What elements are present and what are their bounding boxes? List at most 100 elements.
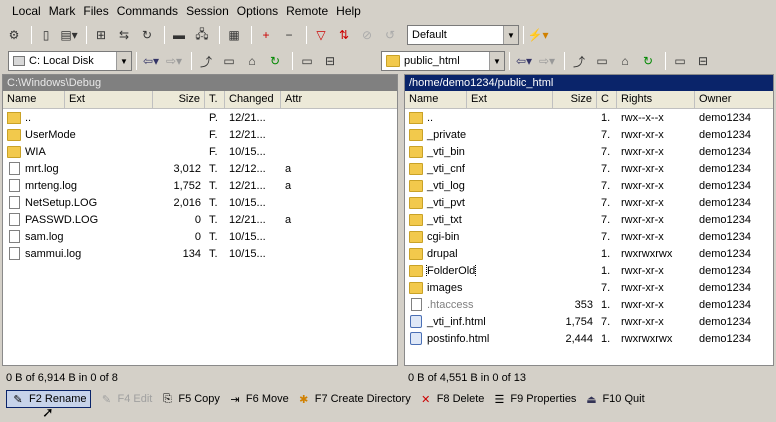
home-icon[interactable]: ⌂ — [615, 51, 635, 71]
table-row[interactable]: FolderOld 1. rwxr-xr-x demo1234 — [405, 262, 773, 279]
terminal-icon[interactable]: ▯ — [36, 25, 56, 45]
col-rights[interactable]: Rights — [617, 91, 695, 108]
col-name[interactable]: Name — [405, 91, 467, 108]
table-row[interactable]: drupal 1. rwxrwxrwx demo1234 — [405, 245, 773, 262]
file-name: postinfo.html — [405, 332, 553, 345]
file-owner: demo1234 — [699, 298, 751, 311]
col-changed[interactable]: Changed — [225, 91, 281, 108]
col-attr[interactable]: Attr — [281, 91, 397, 108]
table-row[interactable]: .. 1. rwx--x--x demo1234 — [405, 109, 773, 126]
col-size[interactable]: Size — [553, 91, 597, 108]
table-row[interactable]: _vti_bin 7. rwxr-xr-x demo1234 — [405, 143, 773, 160]
refresh-icon[interactable]: ↻ — [137, 25, 157, 45]
table-row[interactable]: sammui.log 134 T. 10/15... — [3, 245, 397, 262]
chevron-down-icon[interactable]: ▼ — [503, 26, 518, 44]
preferences-gear-icon[interactable]: ⚙ — [4, 25, 24, 45]
queue-icon[interactable]: ▦ — [224, 25, 244, 45]
fkey-label: F10 Quit — [602, 393, 645, 405]
menu-options[interactable]: Options — [233, 4, 282, 18]
clipboard-icon[interactable]: ▤▾ — [59, 25, 79, 45]
col-ext[interactable]: Ext — [65, 91, 153, 108]
putty-icon[interactable]: 🖧 — [192, 25, 212, 45]
fkey-edit-button: ✎ F4 Edit — [99, 392, 152, 406]
fkey-create-directory-button[interactable]: ✱ F7 Create Directory — [297, 392, 411, 406]
move-icon: ⇥ — [230, 393, 240, 406]
refresh-icon[interactable]: ↻ — [265, 51, 285, 71]
new-session-icon[interactable]: ⚡▾ — [528, 25, 549, 45]
table-row[interactable]: postinfo.html 2,444 1. rwxrwxrwx demo1234 — [405, 330, 773, 347]
fkey-delete-button[interactable]: ✕ F8 Delete — [419, 392, 484, 406]
fkey-properties-button[interactable]: ☰ F9 Properties — [492, 392, 576, 406]
menu-remote[interactable]: Remote — [282, 4, 332, 18]
col-owner[interactable]: Owner — [695, 91, 773, 108]
select-plus-icon[interactable]: + — [256, 25, 276, 45]
table-row[interactable]: UserMode F. 12/21... — [3, 126, 397, 143]
table-row[interactable]: images 7. rwxr-xr-x demo1234 — [405, 279, 773, 296]
file-rights: rwxr-xr-x — [621, 162, 664, 175]
table-row[interactable]: _vti_txt 7. rwxr-xr-x demo1234 — [405, 211, 773, 228]
fkey-copy-button[interactable]: ⎘ F5 Copy — [160, 392, 220, 406]
root-dir-icon[interactable]: ▭ — [592, 51, 612, 71]
open-folder-icon[interactable]: ▭ — [297, 51, 317, 71]
menu-files[interactable]: Files — [79, 4, 112, 18]
menu-help[interactable]: Help — [332, 4, 365, 18]
toolbar-separator — [665, 52, 666, 70]
col-ext[interactable]: Ext — [467, 91, 553, 108]
tree-icon[interactable]: ⊟ — [693, 51, 713, 71]
fkey-move-button[interactable]: ⇥ F6 Move — [228, 392, 288, 406]
table-row[interactable]: _vti_inf.html 1,754 7. rwxr-xr-x demo1234 — [405, 313, 773, 330]
open-folder-icon[interactable]: ▭ — [670, 51, 690, 71]
table-row[interactable]: .. P. 12/21... — [3, 109, 397, 126]
file-changed: 12/12... — [229, 162, 266, 175]
table-row[interactable]: _vti_cnf 7. rwxr-xr-x demo1234 — [405, 160, 773, 177]
local-path[interactable]: C:\Windows\Debug — [3, 75, 397, 91]
table-row[interactable]: sam.log 0 T. 10/15... — [3, 228, 397, 245]
file-rights: rwxr-xr-x — [621, 213, 664, 226]
console-icon[interactable]: ▬ — [169, 25, 189, 45]
session-combo[interactable]: Default ▼ — [407, 25, 519, 45]
remote-path[interactable]: /home/demo1234/public_html — [405, 75, 773, 91]
back-icon[interactable]: ⇦▾ — [514, 51, 534, 71]
menu-session[interactable]: Session — [182, 4, 233, 18]
table-row[interactable]: NetSetup.LOG 2,016 T. 10/15... — [3, 194, 397, 211]
chevron-down-icon[interactable]: ▼ — [116, 52, 131, 70]
remote-dir-combo[interactable]: public_html ▼ — [381, 51, 505, 71]
back-icon[interactable]: ⇦▾ — [141, 51, 161, 71]
file-attr: a — [285, 213, 292, 226]
menu-local[interactable]: Local — [8, 4, 45, 18]
file-size: 1,752 — [173, 179, 201, 192]
table-row[interactable]: mrteng.log 1,752 T. 12/21... a — [3, 177, 397, 194]
menu-mark[interactable]: Mark — [45, 4, 80, 18]
home-icon[interactable]: ⌂ — [242, 51, 262, 71]
forward-icon[interactable]: ⇨▾ — [164, 51, 184, 71]
parent-dir-icon[interactable]: ⤴ — [569, 51, 589, 71]
select-minus-icon[interactable]: − — [279, 25, 299, 45]
table-row[interactable]: _private 7. rwxr-xr-x demo1234 — [405, 126, 773, 143]
chevron-down-icon[interactable]: ▼ — [489, 52, 504, 70]
file-size: 2,016 — [173, 196, 201, 209]
table-row[interactable]: mrt.log 3,012 T. 12/12... a — [3, 160, 397, 177]
refresh-icon[interactable]: ↻ — [638, 51, 658, 71]
col-size[interactable]: Size — [153, 91, 205, 108]
parent-dir-icon[interactable]: ⤴ — [196, 51, 216, 71]
sort-icon[interactable]: ⇅ — [334, 25, 354, 45]
sync-icon[interactable]: ⇆ — [114, 25, 134, 45]
col-name[interactable]: Name — [3, 91, 65, 108]
table-row[interactable]: _vti_log 7. rwxr-xr-x demo1234 — [405, 177, 773, 194]
table-row[interactable]: WIA F. 10/15... — [3, 143, 397, 160]
forward-icon[interactable]: ⇨▾ — [537, 51, 557, 71]
fkey-quit-button[interactable]: ⏏ F10 Quit — [584, 392, 644, 406]
parent-folder-icon — [409, 111, 423, 124]
tree-icon[interactable]: ⊟ — [320, 51, 340, 71]
filter-icon[interactable]: ▽ — [311, 25, 331, 45]
menu-commands[interactable]: Commands — [113, 4, 182, 18]
table-row[interactable]: cgi-bin 7. rwxr-xr-x demo1234 — [405, 228, 773, 245]
table-row[interactable]: _vti_pvt 7. rwxr-xr-x demo1234 — [405, 194, 773, 211]
root-dir-icon[interactable]: ▭ — [219, 51, 239, 71]
table-row[interactable]: .htaccess 353 1. rwxr-xr-x demo1234 — [405, 296, 773, 313]
col-type[interactable]: T. — [205, 91, 225, 108]
col-c[interactable]: C — [597, 91, 617, 108]
local-drive-combo[interactable]: C: Local Disk ▼ — [8, 51, 132, 71]
table-row[interactable]: PASSWD.LOG 0 T. 12/21... a — [3, 211, 397, 228]
compare-icon[interactable]: ⊞ — [91, 25, 111, 45]
